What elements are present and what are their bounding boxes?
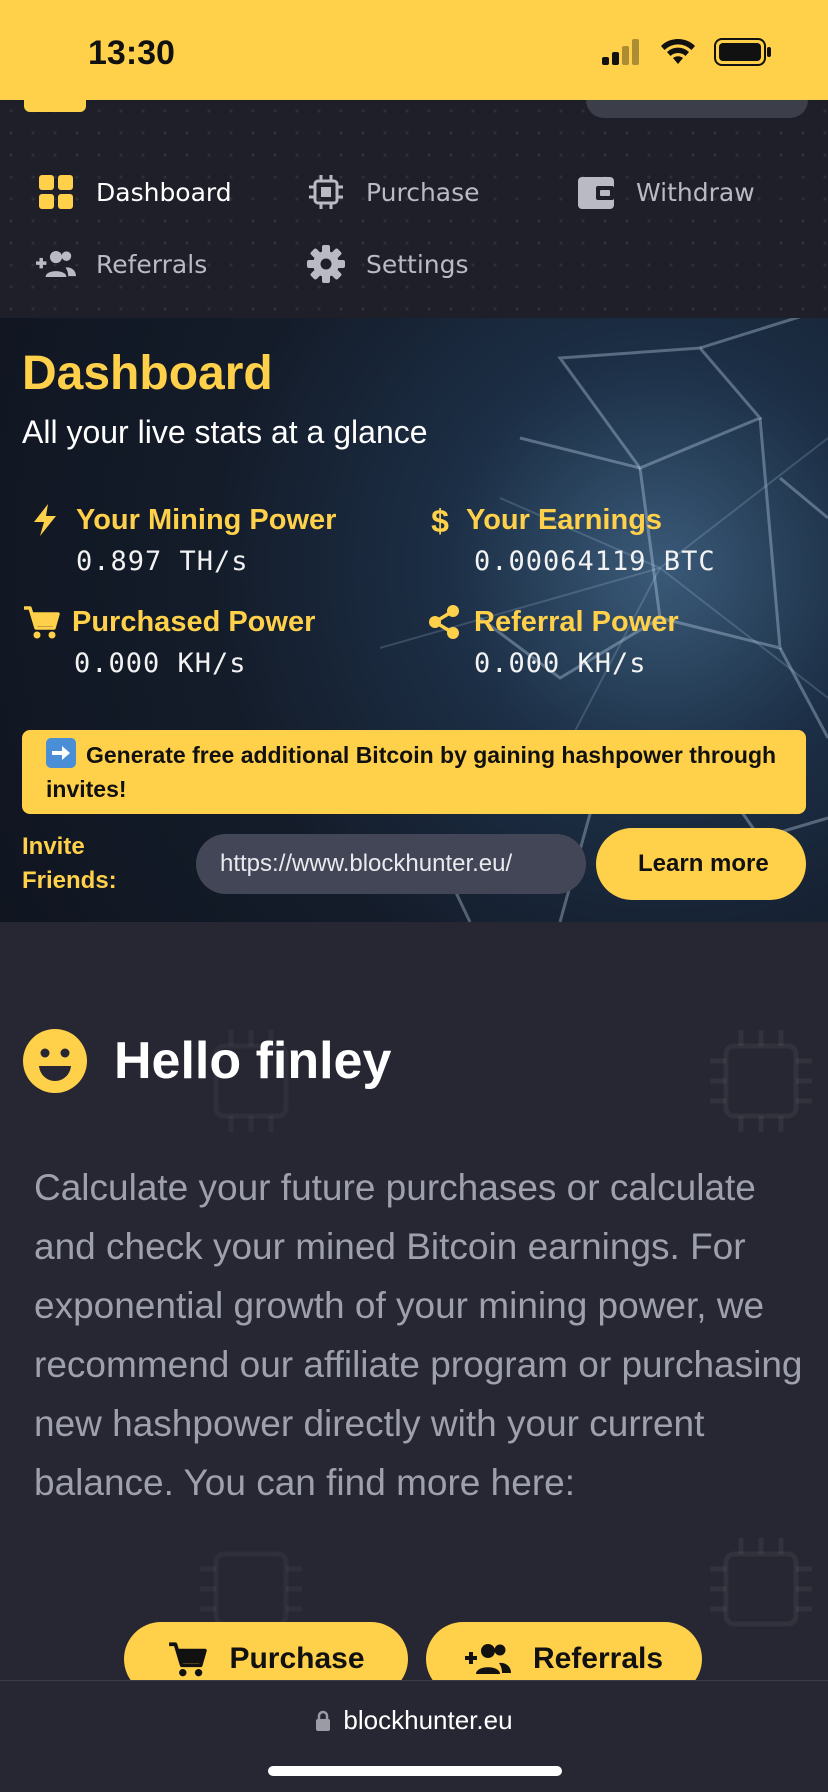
bitcoin-chip-watermark-icon [710,1538,812,1627]
cart-icon [169,1642,208,1677]
stat-label: Purchased Power [72,605,316,638]
dollar-icon: $ [431,503,449,538]
header-pill[interactable] [586,100,808,118]
home-indicator[interactable] [268,1766,562,1776]
logo[interactable] [24,100,86,112]
stat-label: Your Mining Power [76,503,337,536]
invite-promo-banner: Generate free additional Bitcoin by gain… [22,730,806,814]
dashboard-hero: Dashboard All your live stats at a glanc… [0,318,828,922]
nav-item-withdraw[interactable]: Withdraw [576,172,755,212]
add-group-icon [36,244,76,284]
nav-label-referrals: Referrals [96,249,208,279]
bitcoin-chip-watermark-icon [710,1030,812,1132]
stat-mining-power: Your Mining Power 0.897 TH/s [26,502,336,577]
page-subtitle: All your live stats at a glance [22,414,428,450]
page-title: Dashboard [22,347,273,400]
invite-url-field[interactable] [196,834,586,894]
intro-paragraph: Calculate your future purchases or calcu… [34,1167,803,1503]
greeting-row: Hello finley [22,1028,391,1094]
status-bar: 13:30 [0,0,828,100]
nav-item-dashboard[interactable]: Dashboard [36,172,232,212]
nav-label-dashboard: Dashboard [96,177,232,207]
smiley-face-icon [23,1029,87,1093]
share-icon [429,605,459,639]
stat-value: 0.897 TH/s [76,546,249,577]
nav-item-referrals[interactable]: Referrals [36,244,207,284]
svg-text:$: $ [431,503,449,538]
lock-icon [316,1710,331,1731]
purchase-button[interactable]: Purchase [124,1622,408,1682]
wallet-icon [576,172,616,212]
stat-value: 0.000 KH/s [474,648,647,679]
greeting-text: Hello finley [114,1032,392,1090]
url-display[interactable]: blockhunter.eu [0,1705,828,1736]
lightning-icon [34,504,56,536]
nav-label-withdraw: Withdraw [636,177,755,207]
nav-label-settings: Settings [366,249,469,279]
grid-icon [36,172,76,212]
arrow-right-icon [46,738,76,768]
wifi-icon [661,38,695,64]
add-group-icon [464,1644,511,1674]
nav-label-purchase: Purchase [366,177,480,207]
chip-icon [306,172,346,212]
cart-icon [24,606,60,639]
stat-value: 0.000 KH/s [74,648,247,679]
stat-value: 0.00064119 BTC [474,546,716,577]
nav-item-settings[interactable]: Settings [306,244,469,284]
status-time: 13:30 [88,34,175,72]
url-text: blockhunter.eu [343,1705,513,1735]
stat-earnings: $ Your Earnings 0.00064119 BTC [426,502,716,577]
nav-item-purchase[interactable]: Purchase [306,172,480,212]
stat-referral-power: Referral Power 0.000 KH/s [426,604,679,679]
stat-label: Referral Power [474,605,679,638]
promo-text: Generate free additional Bitcoin by gain… [46,742,777,802]
stat-purchased-power: Purchased Power 0.000 KH/s [22,604,315,679]
invite-friends-label: Invite Friends: [22,833,117,894]
status-icons [602,38,772,66]
learn-more-button[interactable]: Learn more [596,828,806,900]
stat-label: Your Earnings [466,503,663,536]
cellular-signal-icon [602,39,639,65]
battery-icon [714,38,771,66]
gear-icon [306,244,346,284]
referrals-button-label: Referrals [532,1642,664,1675]
referrals-button[interactable]: Referrals [426,1622,702,1682]
purchase-button-label: Purchase [229,1642,365,1675]
welcome-section: Hello finley Calculate your future purch… [0,922,828,1682]
